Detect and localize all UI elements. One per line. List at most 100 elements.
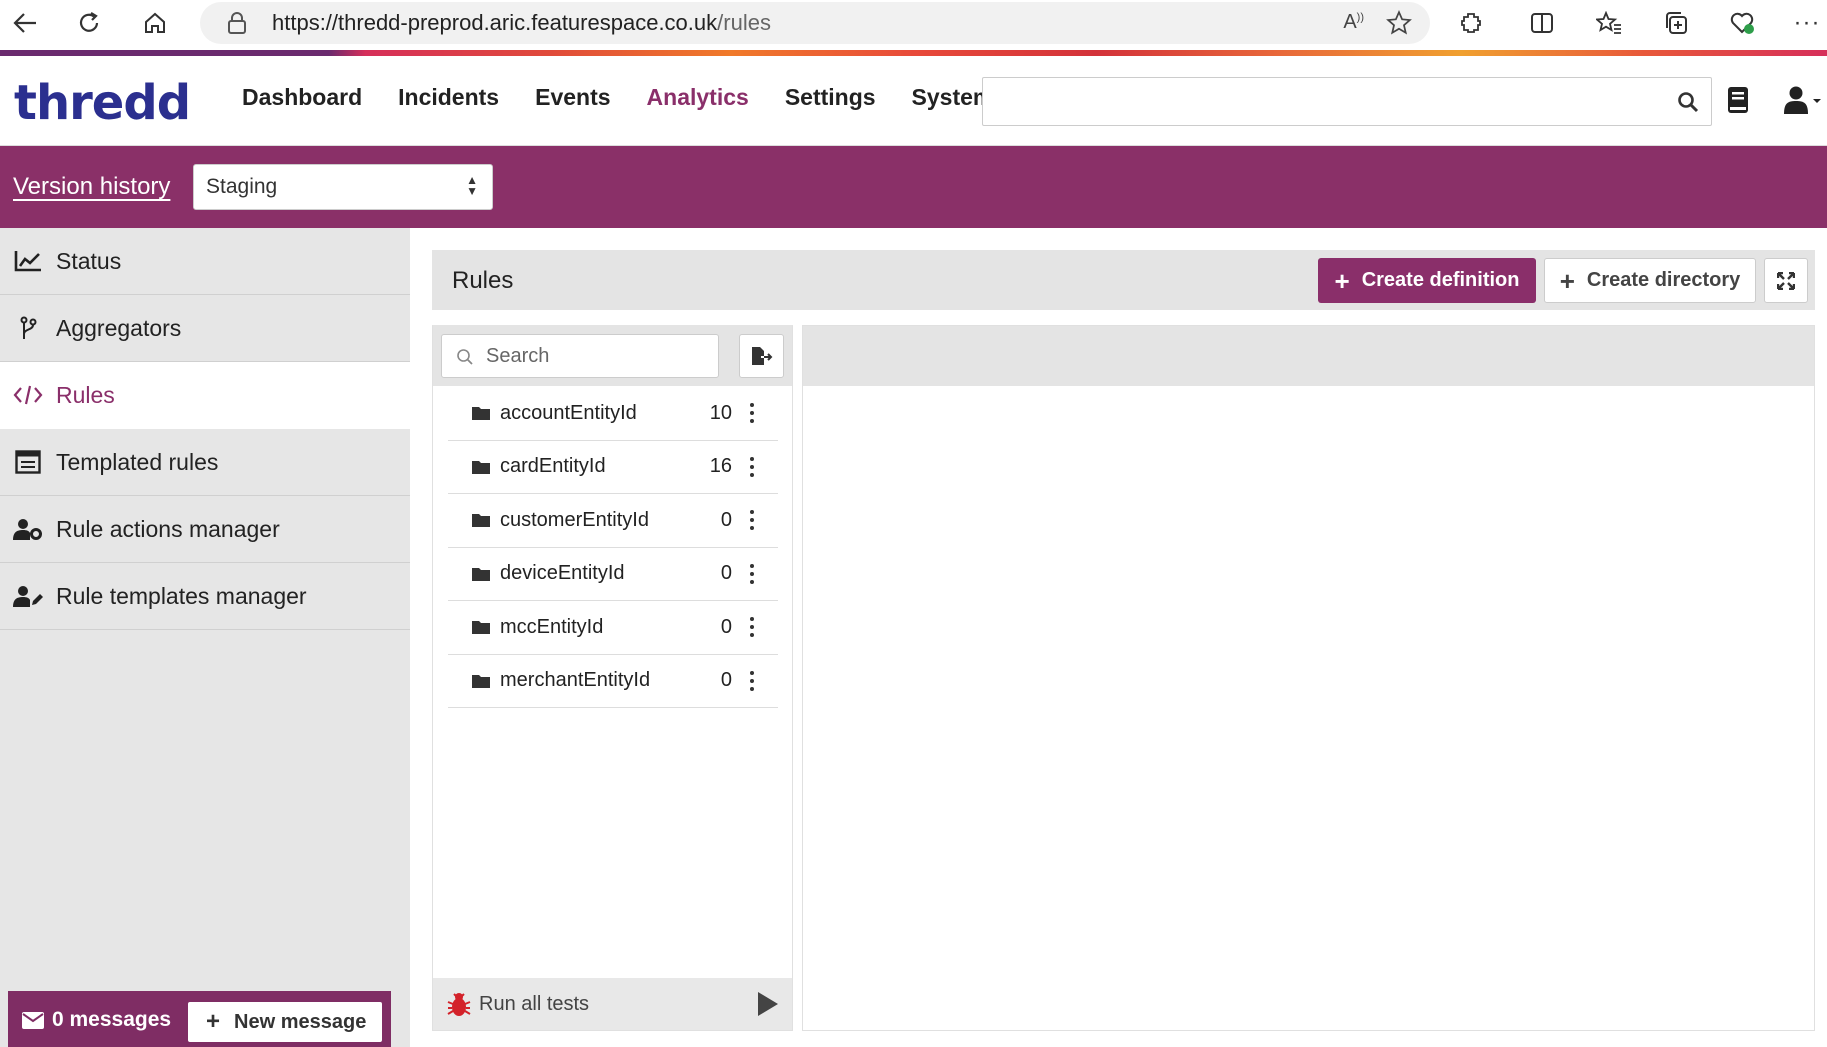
- directory-name: cardEntityId: [500, 455, 606, 478]
- directory-row-accountentityid[interactable]: accountEntityId 10: [448, 387, 778, 441]
- directory-name: accountEntityId: [500, 401, 637, 424]
- favorites-icon[interactable]: [1592, 6, 1626, 40]
- messages-bar: 0 messages + New message: [8, 991, 391, 1047]
- global-search-input[interactable]: [982, 77, 1712, 126]
- favorite-star-icon[interactable]: [1386, 10, 1412, 36]
- sidebar-item-status[interactable]: Status: [0, 228, 410, 295]
- create-definition-button[interactable]: + Create definition: [1318, 258, 1536, 303]
- browser-toolbar: https://thredd-preprod.aric.featurespace…: [0, 0, 1827, 46]
- version-history-link[interactable]: Version history: [13, 173, 170, 201]
- back-icon[interactable]: [8, 6, 42, 40]
- directory-count: 0: [720, 562, 732, 585]
- sidebar: Status Aggregators Rules Templated rules…: [0, 228, 410, 1047]
- messages-count[interactable]: 0 messages: [22, 1008, 171, 1032]
- sidebar-item-aggregators[interactable]: Aggregators: [0, 295, 410, 362]
- create-definition-label: Create definition: [1361, 269, 1520, 291]
- tree-search-input[interactable]: Search: [441, 334, 719, 378]
- nav-analytics[interactable]: Analytics: [647, 84, 749, 111]
- directory-row-customerentityid[interactable]: customerEntityId 0: [448, 494, 778, 548]
- branch-icon: [12, 314, 44, 342]
- folder-icon: [472, 460, 490, 474]
- code-icon: [12, 381, 44, 409]
- nav-events[interactable]: Events: [535, 84, 610, 111]
- sidebar-item-label: Templated rules: [56, 448, 219, 475]
- plus-icon: +: [206, 1008, 221, 1035]
- envelope-icon: [22, 1011, 44, 1029]
- nav-settings[interactable]: Settings: [785, 84, 876, 111]
- kebab-menu-icon[interactable]: [746, 615, 758, 639]
- search-placeholder: Search: [486, 345, 550, 367]
- folder-icon: [472, 514, 490, 528]
- rule-editor-panel: [802, 325, 1815, 1031]
- kebab-menu-icon[interactable]: [746, 669, 758, 693]
- user-gear-icon: [12, 515, 44, 543]
- nav-incidents[interactable]: Incidents: [398, 84, 499, 111]
- directory-tree-panel: Search accountEntityId 10 cardEntityId 1…: [432, 325, 793, 1031]
- environment-value: Staging: [206, 175, 278, 198]
- play-icon[interactable]: [758, 992, 778, 1016]
- read-aloud-icon[interactable]: A)): [1343, 11, 1364, 34]
- user-edit-icon: [12, 582, 44, 610]
- sidebar-item-rules[interactable]: Rules: [0, 362, 410, 429]
- sidebar-item-templated-rules[interactable]: Templated rules: [0, 429, 410, 496]
- template-icon: [12, 448, 44, 476]
- editor-toolbar: [803, 326, 1814, 386]
- address-bar[interactable]: https://thredd-preprod.aric.featurespace…: [200, 2, 1430, 44]
- directory-row-deviceentityid[interactable]: deviceEntityId 0: [448, 548, 778, 601]
- directory-name: customerEntityId: [500, 508, 649, 531]
- sidebar-item-rule-templates-manager[interactable]: Rule templates manager: [0, 563, 410, 630]
- nav-dashboard[interactable]: Dashboard: [242, 84, 362, 111]
- home-icon[interactable]: [138, 6, 172, 40]
- url-path: /rules: [717, 10, 771, 35]
- new-message-button[interactable]: + New message: [188, 1002, 382, 1042]
- directory-count: 10: [709, 401, 732, 424]
- kebab-menu-icon[interactable]: [746, 508, 758, 532]
- user-menu-icon[interactable]: [1784, 86, 1824, 114]
- split-screen-icon[interactable]: [1525, 6, 1559, 40]
- directory-count: 0: [720, 615, 732, 638]
- more-menu-icon[interactable]: ···: [1790, 6, 1824, 40]
- extensions-icon[interactable]: [1454, 6, 1488, 40]
- directory-row-mccentityid[interactable]: mccEntityId 0: [448, 601, 778, 655]
- expand-icon: [1777, 271, 1795, 290]
- kebab-menu-icon[interactable]: [746, 562, 758, 586]
- thredd-logo[interactable]: thredd: [14, 75, 191, 131]
- sidebar-item-label: Status: [56, 247, 122, 274]
- documentation-book-icon[interactable]: [1726, 86, 1750, 114]
- kebab-menu-icon[interactable]: [746, 455, 758, 479]
- create-directory-label: Create directory: [1586, 269, 1741, 291]
- sidebar-item-rule-actions-manager[interactable]: Rule actions manager: [0, 496, 410, 563]
- url-host: https://thredd-preprod.aric.featurespace…: [272, 10, 718, 35]
- folder-icon: [472, 621, 490, 635]
- search-icon: [1678, 92, 1699, 113]
- collections-icon[interactable]: [1659, 6, 1693, 40]
- file-export-icon: [751, 347, 772, 365]
- create-directory-button[interactable]: + Create directory: [1544, 258, 1756, 303]
- sidebar-item-label: Rule actions manager: [56, 515, 280, 542]
- main-nav: Dashboard Incidents Events Analytics Set…: [242, 84, 1029, 111]
- directory-row-cardentityid[interactable]: cardEntityId 16: [448, 441, 778, 494]
- kebab-menu-icon[interactable]: [746, 401, 758, 425]
- run-all-tests-label: Run all tests: [479, 992, 590, 1015]
- directory-list: accountEntityId 10 cardEntityId 16 custo…: [448, 387, 778, 708]
- directory-count: 0: [720, 669, 732, 692]
- folder-icon: [472, 674, 490, 688]
- lock-icon: [228, 12, 246, 34]
- run-all-tests-bar[interactable]: Run all tests: [433, 978, 792, 1030]
- browser-health-icon[interactable]: [1725, 6, 1759, 40]
- export-button[interactable]: [739, 334, 784, 378]
- chart-line-icon: [12, 247, 44, 275]
- plus-icon: +: [1559, 265, 1575, 296]
- directory-name: mccEntityId: [500, 615, 604, 638]
- directory-name: merchantEntityId: [500, 669, 651, 692]
- new-message-label: New message: [234, 1010, 367, 1033]
- environment-select[interactable]: Staging ▲ ▼: [193, 164, 493, 210]
- tree-toolbar: Search: [433, 326, 792, 386]
- directory-row-merchantentityid[interactable]: merchantEntityId 0: [448, 655, 778, 708]
- messages-count-label: 0 messages: [52, 1008, 172, 1031]
- rules-header: Rules + Create definition + Create direc…: [432, 250, 1815, 310]
- expand-button[interactable]: [1764, 258, 1808, 303]
- plus-icon: +: [1334, 265, 1350, 296]
- refresh-icon[interactable]: [72, 6, 106, 40]
- sidebar-item-label: Aggregators: [56, 314, 182, 341]
